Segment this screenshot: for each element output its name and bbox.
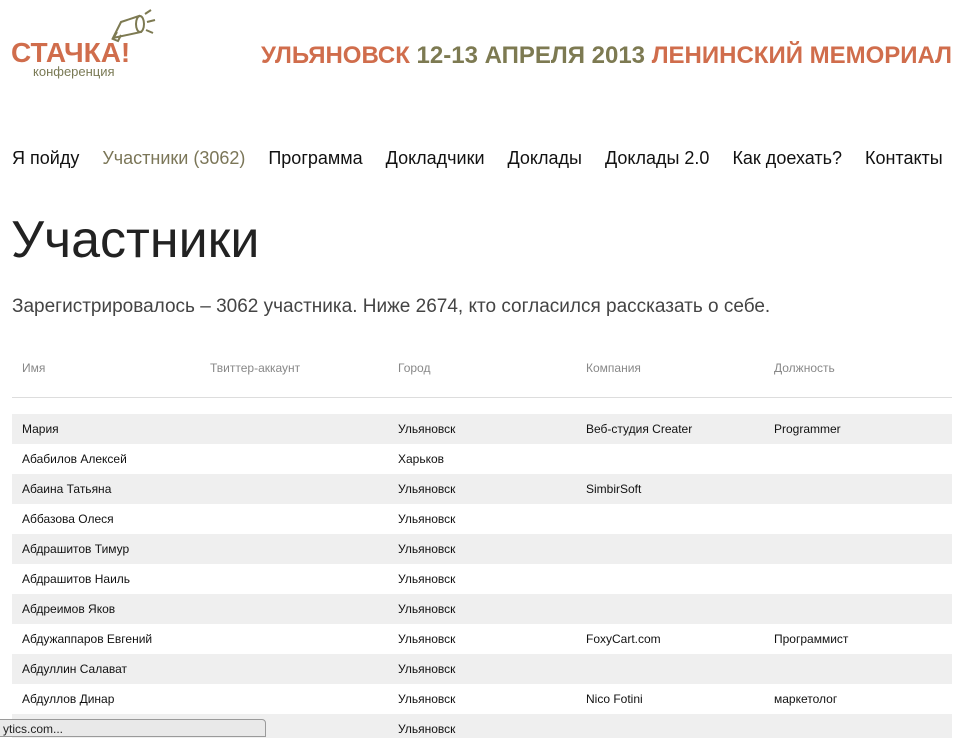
cell-city: Ульяновск: [398, 692, 456, 706]
cell-name: Аббазова Олеся: [22, 512, 114, 526]
table-header: Имя Твиттер-аккаунт Город Компания Должн…: [12, 356, 952, 398]
cell-city: Ульяновск: [398, 662, 456, 676]
nav-item-participants[interactable]: Участники (3062): [102, 148, 245, 169]
nav-item-i-will-go[interactable]: Я пойду: [12, 148, 79, 169]
table-row: Абдрашитов Тимур Ульяновск: [12, 534, 952, 564]
cell-company: Веб-студия Creater: [586, 422, 693, 436]
table-body: Мария Ульяновск Веб-студия Creater Programm…: [12, 414, 952, 738]
table-row: Абабилов Алексей Харьков: [12, 444, 952, 474]
header-company[interactable]: Компания: [576, 361, 764, 375]
registration-summary: Зарегистрировалось – 3062 участника. Ниж…: [12, 296, 771, 317]
cell-company: Nico Fotini: [586, 692, 643, 706]
table-row: Абдуллов Динар Ульяновск Nico Fotini маркет…: [12, 684, 952, 714]
header-city[interactable]: Город: [388, 361, 576, 375]
cell-city: Ульяновск: [398, 632, 456, 646]
page: СТАЧКА! конференция УЛЬЯНОВСК 12-13 АПРЕ…: [0, 0, 976, 738]
logo-subtitle: конференция: [33, 64, 115, 79]
cell-name: Мария: [22, 422, 59, 436]
table-row: Мария Ульяновск Веб-студия Creater Programm…: [12, 414, 952, 444]
nav-item-talks-2[interactable]: Доклады 2.0: [605, 148, 709, 169]
cell-name: Абдуллов Динар: [22, 692, 115, 706]
page-title: Участники: [11, 211, 260, 269]
cell-city: Харьков: [398, 452, 445, 466]
table-row: Аббазова Олеся Ульяновск: [12, 504, 952, 534]
nav-item-directions[interactable]: Как доехать?: [732, 148, 842, 169]
header-position[interactable]: Должность: [764, 361, 952, 375]
table-row: Абдуллин Салават Ульяновск: [12, 654, 952, 684]
header-twitter[interactable]: Твиттер-аккаунт: [200, 361, 388, 375]
table-row: Абдреимов Яков Ульяновск: [12, 594, 952, 624]
nav-item-speakers[interactable]: Докладчики: [386, 148, 485, 169]
cell-position: Программист: [774, 632, 849, 646]
table-row: Абдужаппаров Евгений Ульяновск FoxyCart.co…: [12, 624, 952, 654]
logo[interactable]: СТАЧКА! конференция: [11, 8, 171, 88]
cell-name: Абдреимов Яков: [22, 602, 116, 616]
cell-name: Абдуллин Салават: [22, 662, 128, 676]
participants-table: Имя Твиттер-аккаунт Город Компания Должн…: [12, 356, 952, 738]
cell-company: SimbirSoft: [586, 482, 642, 496]
status-bar: ytics.com...: [0, 719, 266, 737]
cell-city: Ульяновск: [398, 482, 456, 496]
header-name[interactable]: Имя: [12, 361, 200, 375]
nav-item-contacts[interactable]: Контакты: [865, 148, 943, 169]
table-row: Абдрашитов Наиль Ульяновск: [12, 564, 952, 594]
cell-position: Programmer: [774, 422, 841, 436]
banner-venue: ЛЕНИНСКИЙ МЕМОРИАЛ: [651, 42, 952, 69]
cell-city: Ульяновск: [398, 422, 456, 436]
cell-name: Абаина Татьяна: [22, 482, 112, 496]
cell-name: Абдрашитов Наиль: [22, 572, 131, 586]
cell-position: маркетолог: [774, 692, 838, 706]
event-banner: УЛЬЯНОВСК 12-13 АПРЕЛЯ 2013 ЛЕНИНСКИЙ МЕ…: [261, 42, 952, 70]
cell-city: Ульяновск: [398, 722, 456, 736]
cell-company: FoxyCart.com: [586, 632, 661, 646]
nav-item-program[interactable]: Программа: [268, 148, 362, 169]
cell-city: Ульяновск: [398, 512, 456, 526]
nav-item-talks[interactable]: Доклады: [508, 148, 582, 169]
cell-name: Абабилов Алексей: [22, 452, 127, 466]
main-nav: Я пойду Участники (3062) Программа Докла…: [12, 148, 966, 169]
cell-name: Абдужаппаров Евгений: [22, 632, 153, 646]
cell-name: Абдрашитов Тимур: [22, 542, 130, 556]
banner-city: УЛЬЯНОВСК: [261, 42, 410, 69]
cell-city: Ульяновск: [398, 602, 456, 616]
banner-dates: 12-13 АПРЕЛЯ 2013: [416, 42, 646, 69]
cell-city: Ульяновск: [398, 542, 456, 556]
table-row: Абаина Татьяна Ульяновск SimbirSoft: [12, 474, 952, 504]
cell-city: Ульяновск: [398, 572, 456, 586]
